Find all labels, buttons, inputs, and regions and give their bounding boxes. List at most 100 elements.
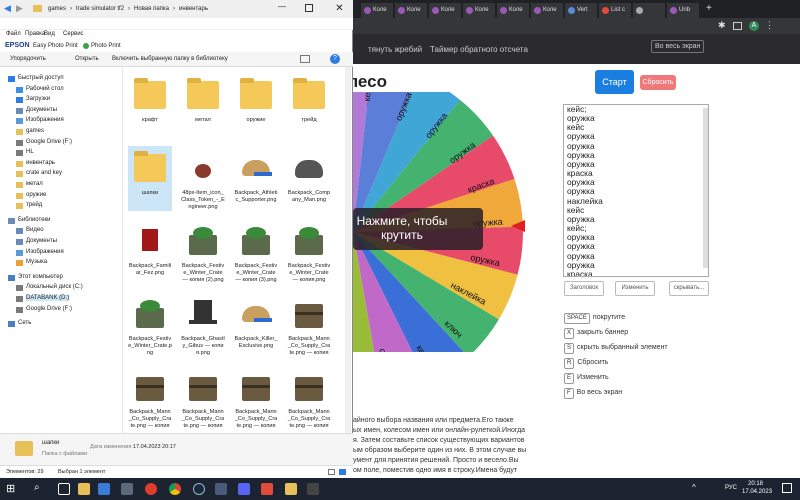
menu-item[interactable]: Вид [44, 31, 55, 37]
app-icon[interactable] [261, 483, 273, 495]
file-item[interactable]: метал [181, 73, 225, 138]
breadcrumb-item[interactable]: games [48, 6, 66, 12]
back-icon[interactable]: ◀ [4, 3, 11, 14]
nav-item[interactable]: Быстрый доступ [18, 75, 64, 81]
breadcrumb-item[interactable]: trade simulator tf2 [76, 6, 124, 12]
file-item[interactable]: Backpack_Mann_Co_Supply_Crate.png — копи… [181, 365, 225, 430]
nav-item[interactable]: трейд [26, 202, 42, 208]
file-item[interactable]: крафт [128, 73, 172, 138]
file-item[interactable]: Backpack_Mann_Co_Supply_Crate.png — копи… [234, 365, 278, 430]
nav-item[interactable]: метал [26, 181, 43, 187]
file-item[interactable]: 48px-Item_icon_Class_Token_-_Engineer.pn… [181, 146, 225, 211]
browser-tab[interactable]: Коле [361, 3, 394, 18]
menu-icon[interactable]: ⋮ [765, 20, 774, 31]
nav-item[interactable]: Видео [26, 227, 44, 233]
clock-date[interactable]: 17.04.2023 [742, 489, 772, 495]
search-icon[interactable]: ⌕ [34, 482, 40, 493]
nav-item[interactable]: Google Drive (F:) [26, 139, 72, 145]
file-item[interactable]: Backpack_Festive_Winter_Crate — копия (2… [181, 219, 225, 284]
open-button[interactable]: Открыть [75, 56, 99, 62]
task-view-icon[interactable] [58, 483, 70, 495]
steam-icon[interactable] [193, 483, 205, 495]
minimize-button[interactable]: — [278, 2, 286, 11]
nav-item[interactable]: Рабочий стол [26, 86, 64, 92]
nav-item[interactable]: Изображения [26, 117, 64, 123]
nav-link-timer[interactable]: Таймер обратного отсчета [430, 45, 528, 54]
file-item[interactable]: Backpack_Mann_Co_Supply_Crate.png — копи… [287, 292, 331, 357]
file-item[interactable]: Backpack_Company_Man.png [287, 146, 331, 211]
tabs-icon[interactable] [733, 22, 742, 30]
title-button[interactable]: Заголовок [564, 281, 604, 296]
nav-item[interactable]: DATABANK (D:) [26, 295, 70, 301]
browser-tab[interactable]: Vert [565, 3, 598, 18]
tray-arrow-icon[interactable]: ^ [692, 483, 696, 492]
file-item[interactable]: Backpack_Festive_Winter_Crate — копия.pn… [287, 219, 331, 284]
browser-tab[interactable]: Коле [395, 3, 428, 18]
fullscreen-button[interactable]: Во весь экран [651, 40, 705, 53]
hide-button[interactable]: скрывать... [669, 281, 709, 296]
menu-item[interactable]: Файл [6, 31, 21, 37]
file-item[interactable]: шапки [128, 146, 172, 211]
nav-item[interactable]: HL [26, 149, 34, 155]
avatar[interactable]: A [749, 21, 759, 31]
browser-tab[interactable]: Коле [429, 3, 462, 18]
game-icon[interactable] [121, 483, 133, 495]
browser-tab[interactable]: Коле [531, 3, 564, 18]
breadcrumb-item[interactable]: Новая папка [134, 6, 169, 12]
nav-item[interactable]: Музыка [26, 259, 47, 265]
breadcrumb-item[interactable]: инвентарь [179, 6, 208, 12]
file-item[interactable]: Backpack_Killer_Exclusive.png [234, 292, 278, 357]
epic-icon[interactable] [215, 483, 227, 495]
file-item[interactable]: Backpack_Familiar_Fez.png [128, 219, 172, 284]
spin-prompt[interactable]: Нажмите, чтобы крутить [353, 208, 483, 250]
nav-item[interactable]: Библиотеки [18, 217, 51, 223]
details-view-icon[interactable] [328, 469, 335, 475]
nav-item[interactable]: Google Drive (F:) [26, 306, 72, 312]
maximize-button[interactable] [305, 4, 313, 12]
nav-item[interactable]: games [26, 128, 44, 134]
nav-item[interactable]: crate and key [26, 170, 62, 176]
browser-tab[interactable]: Unb [667, 3, 700, 18]
browser-tab[interactable]: Коле [497, 3, 530, 18]
store-icon[interactable] [98, 483, 110, 495]
edit-button[interactable]: Изменить [615, 281, 655, 296]
nav-item[interactable]: Загрузки [26, 96, 50, 102]
easy-photo-print-link[interactable]: Easy Photo Print [33, 43, 78, 49]
nav-item[interactable]: Документы [26, 238, 57, 244]
file-item[interactable]: Backpack_Festive_Winter_Crate — копия (3… [234, 219, 278, 284]
nav-item[interactable]: Документы [26, 107, 57, 113]
notification-icon[interactable] [782, 483, 792, 493]
browser-tab[interactable]: List c [599, 3, 632, 18]
explorer-taskbar-icon[interactable] [78, 483, 90, 495]
nav-link-lots[interactable]: тянуть жребий [368, 45, 422, 54]
yandex-icon[interactable] [145, 483, 157, 495]
nav-item[interactable]: Локальный диск (C:) [26, 284, 83, 290]
list-scrollbar[interactable] [703, 108, 708, 268]
options-textarea[interactable]: кейс; оружка кейс оружка оружка оружка оружка к… [563, 104, 709, 277]
menu-item[interactable]: Сервис [63, 31, 84, 37]
terminal-icon[interactable] [307, 483, 319, 495]
tiles-view-icon[interactable] [339, 469, 346, 475]
reset-button[interactable]: Сбросить [640, 75, 676, 90]
file-item[interactable]: оружие [234, 73, 278, 138]
file-item[interactable]: Backpack_Mann_Co_Supply_Crate.png — копи… [287, 365, 331, 430]
new-tab-icon[interactable]: + [706, 3, 712, 14]
nav-item[interactable]: оружие [26, 192, 46, 198]
file-item[interactable]: Backpack_Festive_Winter_Crate.png [128, 292, 172, 357]
view-icon[interactable] [300, 55, 310, 63]
language-indicator[interactable]: РУС [725, 485, 737, 491]
nav-item[interactable]: инвентарь [26, 160, 55, 166]
extensions-icon[interactable]: ✱ [718, 21, 727, 30]
menu-item[interactable]: Правка [25, 31, 45, 37]
nav-item[interactable]: Сеть [18, 320, 31, 326]
organize-button[interactable]: Упорядочить [10, 56, 46, 62]
file-item[interactable]: Backpack_Athletic_Supporter.png [234, 146, 278, 211]
clock-time[interactable]: 20:18 [748, 481, 763, 487]
photo-print-link[interactable]: Photo Print [91, 43, 121, 49]
chrome-icon[interactable] [169, 483, 181, 495]
start-icon[interactable]: ⊞ [6, 483, 18, 495]
start-button[interactable]: Старт [595, 70, 634, 94]
files-scrollbar[interactable] [345, 67, 351, 433]
browser-tab[interactable]: Коле [463, 3, 496, 18]
forward-icon[interactable]: ▶ [16, 3, 23, 14]
